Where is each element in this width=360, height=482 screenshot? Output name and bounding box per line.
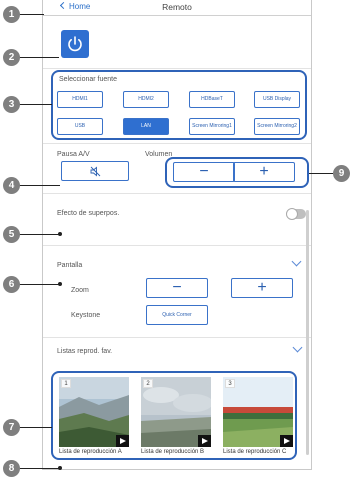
toggle-knob	[286, 208, 298, 220]
callout-line	[19, 14, 44, 15]
screen-label: Pantalla	[57, 262, 83, 269]
divider	[43, 193, 311, 194]
callout-2: 2	[3, 49, 20, 66]
zoom-out-button[interactable]: −	[146, 278, 208, 298]
callout-9: 9	[333, 165, 350, 182]
scrollbar[interactable]	[306, 210, 309, 455]
callout-3: 3	[3, 96, 20, 113]
callout-line	[19, 185, 60, 186]
callout-dot	[58, 282, 62, 286]
callout-7: 7	[3, 419, 20, 436]
playlist-highlight-box	[51, 371, 297, 460]
callout-6: 6	[3, 276, 20, 293]
power-icon	[68, 36, 82, 52]
divider	[43, 68, 311, 69]
divider	[43, 245, 311, 246]
callout-line	[19, 57, 59, 58]
callout-dot	[58, 232, 62, 236]
chevron-down-icon[interactable]	[292, 342, 303, 353]
divider	[43, 337, 311, 338]
page-title: Remoto	[162, 2, 192, 12]
volume-highlight-box	[165, 157, 309, 188]
callout-8: 8	[3, 460, 20, 477]
source-highlight-box	[51, 70, 307, 140]
top-bar: Home Remoto	[43, 0, 311, 16]
zoom-in-button[interactable]: +	[231, 278, 293, 298]
divider	[43, 143, 311, 144]
power-button[interactable]	[61, 30, 89, 58]
callout-line	[19, 284, 60, 285]
callout-line	[19, 234, 60, 235]
overlay-effect-toggle[interactable]	[286, 208, 306, 220]
callout-4: 4	[3, 177, 20, 194]
callout-dot	[58, 466, 62, 470]
callout-5: 5	[3, 226, 20, 243]
volume-label: Volumen	[145, 151, 173, 158]
callout-line	[19, 104, 52, 105]
overlay-effect-label: Efecto de superpos.	[57, 210, 120, 217]
callout-line	[19, 427, 52, 428]
callout-line	[309, 173, 333, 174]
callout-1: 1	[3, 6, 20, 23]
keystone-label: Keystone	[71, 312, 101, 319]
pause-av-label: Pausa A/V	[57, 151, 90, 158]
callout-line	[19, 468, 60, 469]
zoom-label: Zoom	[71, 287, 89, 294]
favorite-playlists-label: Listas reprod. fav.	[57, 348, 113, 355]
quick-corner-button[interactable]: Quick Corner	[146, 305, 208, 325]
av-mute-button[interactable]	[61, 161, 129, 181]
mute-icon	[90, 166, 101, 177]
chevron-down-icon[interactable]	[291, 256, 302, 267]
